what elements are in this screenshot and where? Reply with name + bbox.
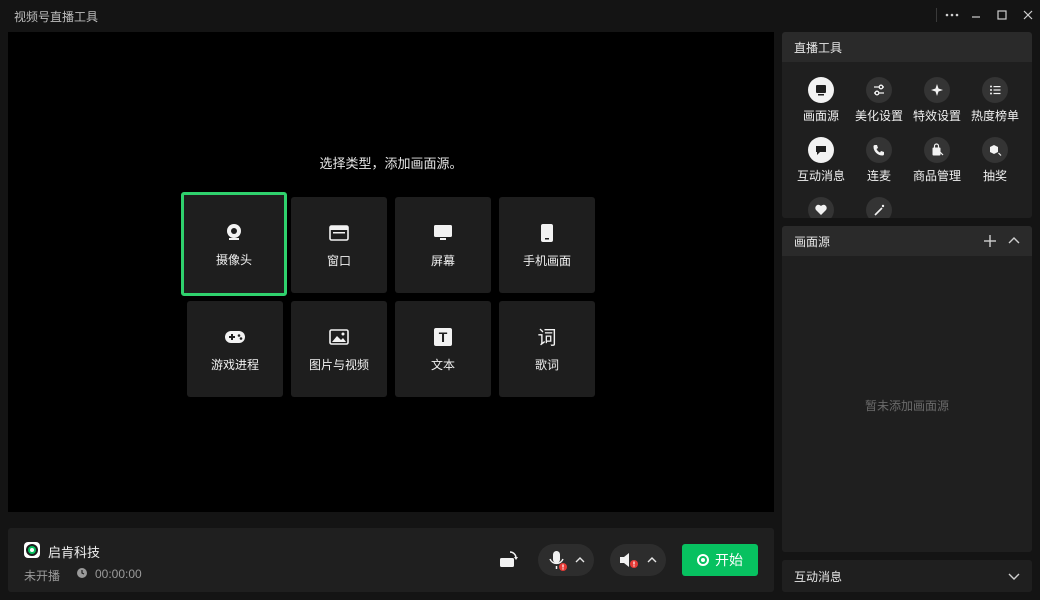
tool-likes[interactable] [790,197,852,218]
source-label: 游戏进程 [210,357,259,372]
lyrics-icon: 词 [536,326,558,349]
source-label: 歌词 [534,357,559,372]
message-icon [808,137,834,163]
tool-label: 画面源 [802,109,839,123]
sources-panel-header: 画面源 [782,226,1032,256]
source-hint: 选择类型，添加画面源。 [319,156,463,171]
tool-co-host[interactable]: 连麦 [848,137,910,184]
tool-label: 特效设置 [912,109,961,123]
record-icon [697,554,709,566]
tool-label: 抽奖 [982,169,1007,183]
tool-label: 美化设置 [854,109,903,123]
source-window-button[interactable]: 窗口 [291,197,387,293]
source-camera-button[interactable]: 摄像头 [181,192,287,296]
source-label: 手机画面 [522,253,571,268]
phone-icon [536,222,558,244]
tool-label: 商品管理 [912,169,961,183]
add-source-button[interactable] [982,233,998,249]
source-label: 图片与视频 [308,357,369,372]
live-tools-panel: 直播工具 画面源 美化设置 特效设置 热度榜单 互动消息 连麦 商品管理 抽奖 [782,32,1032,218]
more-icon[interactable] [940,4,964,26]
close-icon[interactable] [1016,4,1040,26]
messages-panel-header[interactable]: 互动消息 [782,560,1032,592]
sources-panel-title: 画面源 [794,234,831,249]
shopping-bag-icon [924,137,950,163]
preview-canvas: 选择类型，添加画面源。 摄像头 窗口 屏幕 手机画面 游戏进程 图片与视频 T … [8,32,774,512]
tools-panel-title: 直播工具 [794,40,843,55]
live-status: 未开播 [24,569,61,583]
tool-interactive-messages[interactable]: 互动消息 [790,137,852,184]
text-icon: T [432,326,454,348]
tool-label: 热度榜单 [970,109,1019,123]
heart-icon [808,197,834,218]
live-duration: 00:00:00 [95,567,142,581]
monitor-icon [432,222,454,244]
screen-sources-panel: 画面源 暂未添加画面源 [782,226,1032,552]
speaker-control[interactable] [610,544,666,576]
microphone-control[interactable] [538,544,594,576]
titlebar-divider [936,8,937,22]
chevron-down-icon [1008,573,1020,580]
tool-hot-ranking[interactable]: 热度榜单 [964,77,1026,124]
chevron-up-icon[interactable] [574,554,586,566]
start-label: 开始 [715,552,743,568]
sources-empty-text: 暂未添加画面源 [864,399,949,413]
speaker-icon[interactable] [616,547,642,573]
chevron-up-icon [1008,237,1020,244]
tool-effects-settings[interactable]: 特效设置 [906,77,968,124]
rotate-screen-button[interactable] [498,550,520,570]
source-label: 文本 [430,357,455,372]
sliders-icon [866,77,892,103]
tool-product-management[interactable]: 商品管理 [906,137,968,184]
chevron-up-icon[interactable] [646,554,658,566]
lyrics-icon-glyph: 词 [537,327,557,349]
tool-lottery[interactable]: 抽奖 [964,137,1026,184]
source-label: 窗口 [326,253,351,268]
window-icon [328,222,350,244]
collapse-sources-button[interactable] [1006,233,1022,249]
minimize-icon[interactable] [964,4,988,26]
clock-icon [76,567,88,579]
screen-source-icon [808,77,834,103]
gamepad-icon [224,326,246,348]
list-icon [982,77,1008,103]
account-avatar [24,542,40,558]
rotate-icon [500,551,518,567]
image-icon [328,326,350,348]
source-image-video-button[interactable]: 图片与视频 [291,301,387,397]
text-icon-glyph: T [434,327,452,346]
tools-panel-header: 直播工具 [782,32,1032,62]
gift-icon [982,137,1008,163]
start-live-button[interactable]: 开始 [682,544,758,576]
window-title: 视频号直播工具 [14,10,99,24]
maximize-icon[interactable] [990,4,1014,26]
source-game-button[interactable]: 游戏进程 [187,301,283,397]
source-screen-button[interactable]: 屏幕 [395,197,491,293]
camera-icon [223,221,245,243]
source-lyrics-button[interactable]: 词 歌词 [499,301,595,397]
call-icon [866,137,892,163]
expand-messages-button[interactable] [1006,568,1022,584]
tool-label: 连麦 [866,169,891,183]
wand-icon [866,197,892,218]
plus-icon [984,235,996,247]
source-phone-button[interactable]: 手机画面 [499,197,595,293]
tool-screen-source[interactable]: 画面源 [790,77,852,124]
messages-panel[interactable]: 互动消息 [782,560,1032,592]
source-label: 屏幕 [430,253,455,268]
live-control-bar: 启肯科技 未开播 00:00:00 开始 [8,528,774,592]
title-bar: 视频号直播工具 [0,0,1040,30]
messages-panel-title: 互动消息 [794,569,843,584]
source-text-button[interactable]: T 文本 [395,301,491,397]
source-label: 摄像头 [215,252,252,267]
account-name: 启肯科技 [48,545,101,560]
microphone-icon[interactable] [544,547,570,573]
sparkle-icon [924,77,950,103]
tool-magic[interactable] [848,197,910,218]
tool-beauty-settings[interactable]: 美化设置 [848,77,910,124]
tool-label: 互动消息 [796,169,845,183]
